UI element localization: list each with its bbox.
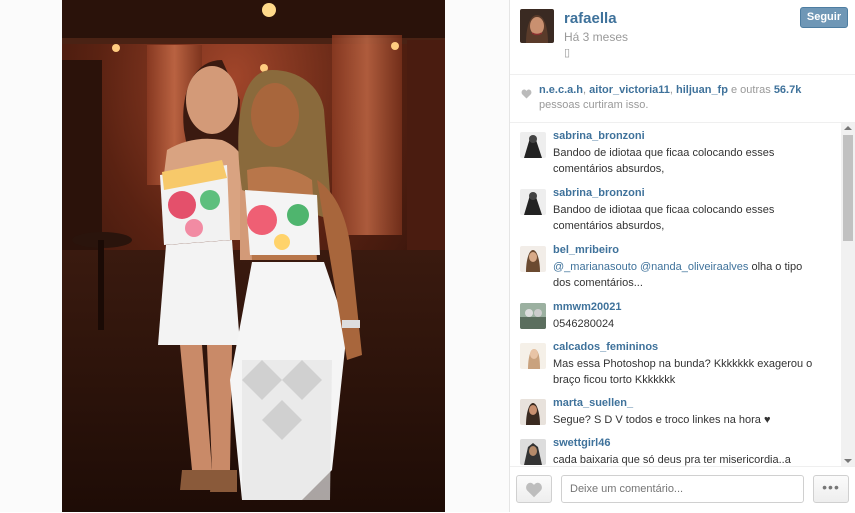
post-header: rafaella Há 3 meses ▯ Seguir xyxy=(510,0,855,75)
commenter-avatar[interactable] xyxy=(520,189,546,215)
commenter-avatar[interactable] xyxy=(520,399,546,425)
comment-text: Bandoo de idiotaa que ficaa colocando es… xyxy=(553,147,775,175)
scroll-down-arrow-icon[interactable] xyxy=(844,459,852,463)
comment-username[interactable]: mmwm20021 xyxy=(553,301,622,313)
comment-username[interactable]: bel_mribeiro xyxy=(553,244,619,256)
comment-footer: ••• xyxy=(510,466,855,513)
comments-list[interactable]: sabrina_bronzoni Bandoo de idiotaa que f… xyxy=(510,123,855,466)
likes-section: n.e.c.a.h, aitor_victoria11, hiljuan_fp … xyxy=(510,75,855,123)
comment-text: cada baixaria que só deus pra ter miseri… xyxy=(553,454,791,466)
photo-backdrop xyxy=(0,0,509,512)
liker-link[interactable]: n.e.c.a.h xyxy=(539,84,583,96)
likes-text: n.e.c.a.h, aitor_victoria11, hiljuan_fp … xyxy=(539,83,839,113)
comment-text: Segue? S D V todos e troco linkes na hor… xyxy=(553,414,771,426)
comment-text: @_marianasouto @nanda_oliveiraalves olha… xyxy=(553,259,813,291)
post-username[interactable]: rafaella xyxy=(564,10,617,27)
post-photo xyxy=(62,0,445,512)
heart-icon xyxy=(526,482,542,498)
more-options-icon[interactable]: ••• xyxy=(813,475,849,503)
liker-link[interactable]: aitor_victoria11 xyxy=(589,84,670,96)
comment-username[interactable]: calcados_femininos xyxy=(553,341,658,353)
commenter-avatar[interactable] xyxy=(520,439,546,465)
user-avatar[interactable] xyxy=(520,9,554,43)
likes-count[interactable]: 56.7k xyxy=(774,84,802,96)
comments-scrollbar[interactable] xyxy=(841,123,855,466)
comment-username[interactable]: marta_suellen_ xyxy=(553,397,633,409)
likes-rest: e outras xyxy=(727,84,774,96)
like-button[interactable] xyxy=(516,475,552,503)
comment-mentions[interactable]: @_marianasouto @nanda_oliveiraalves xyxy=(553,261,748,273)
post-sidebar: rafaella Há 3 meses ▯ Seguir n.e.c.a.h, … xyxy=(509,0,855,513)
likes-suffix: pessoas curtiram isso. xyxy=(539,99,649,111)
scrollbar-thumb[interactable] xyxy=(843,135,853,241)
location-mark: ▯ xyxy=(564,47,571,59)
commenter-avatar[interactable] xyxy=(520,132,546,158)
comment-text: Bandoo de idiotaa que ficaa colocando es… xyxy=(553,204,775,232)
comment-text: 0546280024 xyxy=(553,318,615,330)
commenter-avatar[interactable] xyxy=(520,343,546,369)
post-time[interactable]: Há 3 meses xyxy=(564,30,628,44)
liker-link[interactable]: hiljuan_fp xyxy=(676,84,728,96)
heart-icon xyxy=(521,86,532,104)
scroll-up-arrow-icon[interactable] xyxy=(844,126,852,130)
comment-input[interactable] xyxy=(561,475,804,503)
comment-username[interactable]: swettgirl46 xyxy=(553,437,610,449)
follow-button[interactable]: Seguir xyxy=(800,7,848,28)
comment-username[interactable]: sabrina_bronzoni xyxy=(553,187,645,199)
comment-username[interactable]: sabrina_bronzoni xyxy=(553,130,645,142)
comment-text: Mas essa Photoshop na bunda? Kkkkkkk exa… xyxy=(553,358,813,386)
avatar-image xyxy=(520,9,554,43)
commenter-avatar[interactable] xyxy=(520,246,546,272)
photo-image xyxy=(62,0,445,512)
commenter-avatar[interactable] xyxy=(520,303,546,329)
